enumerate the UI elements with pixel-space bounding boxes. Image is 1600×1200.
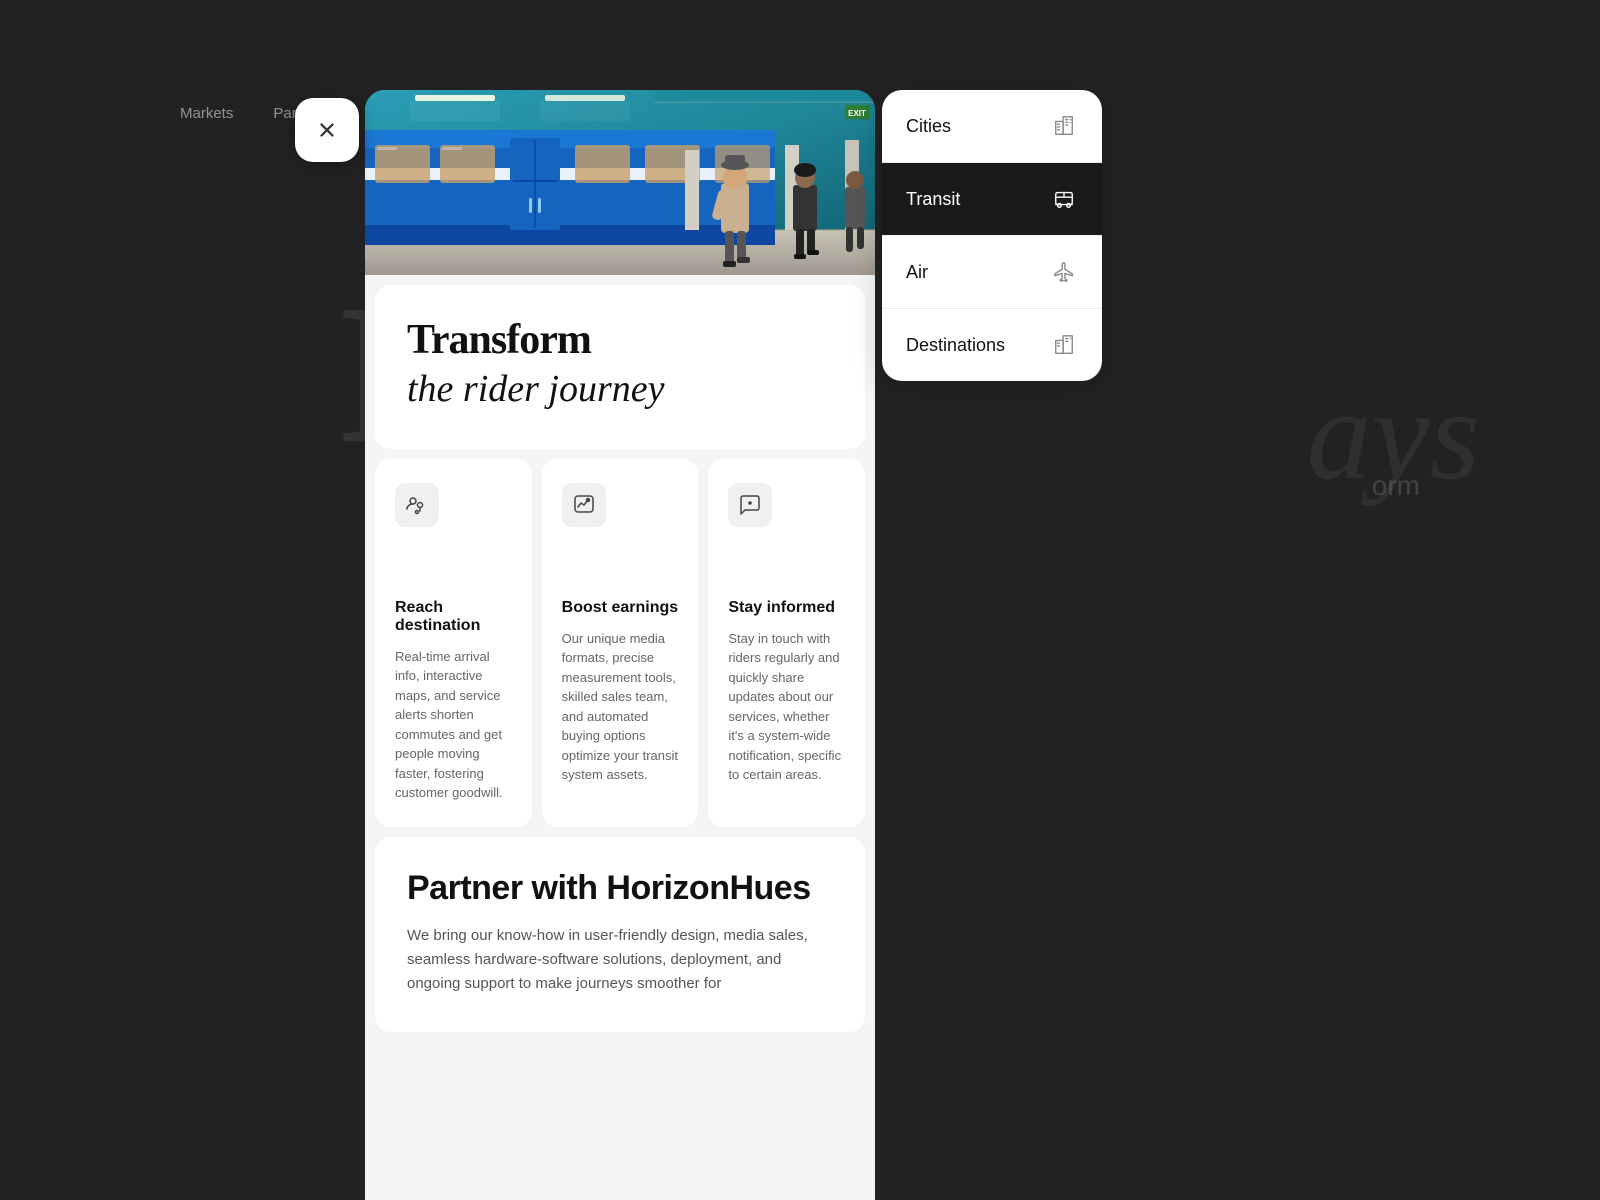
- card-desc-boost: Our unique media formats, precise measur…: [562, 629, 679, 785]
- menu-label-destinations: Destinations: [906, 335, 1005, 356]
- transform-title: Transform: [407, 317, 833, 363]
- content-area[interactable]: Transform the rider journey Reach des: [365, 275, 875, 1200]
- partner-section: Partner with HorizonHues We bring our kn…: [375, 837, 865, 1032]
- menu-item-destinations[interactable]: Destinations: [882, 309, 1102, 381]
- feature-card-reach: Reach destination Real-time arrival info…: [375, 459, 532, 827]
- main-modal: EXIT: [365, 90, 875, 1200]
- menu-label-air: Air: [906, 262, 928, 283]
- plane-icon: [1050, 258, 1078, 286]
- card-title-informed: Stay informed: [728, 599, 845, 617]
- stay-informed-icon: [728, 483, 772, 527]
- menu-label-transit: Transit: [906, 189, 960, 210]
- hero-image: EXIT: [365, 90, 875, 275]
- menu-item-transit[interactable]: Transit: [882, 163, 1102, 236]
- transform-section: Transform the rider journey: [375, 285, 865, 449]
- transit-icon: [1050, 185, 1078, 213]
- feature-card-informed: Stay informed Stay in touch with riders …: [708, 459, 865, 827]
- feature-card-boost: Boost earnings Our unique media formats,…: [542, 459, 699, 827]
- sidebar-menu: Cities Transit: [882, 90, 1102, 381]
- close-button[interactable]: [295, 98, 359, 162]
- building-icon: [1050, 112, 1078, 140]
- card-title-boost: Boost earnings: [562, 599, 679, 617]
- transform-subtitle: the rider journey: [407, 367, 833, 413]
- boost-earnings-icon: [562, 483, 606, 527]
- partner-description: We bring our know-how in user-friendly d…: [407, 924, 833, 996]
- nav-item-markets[interactable]: Markets: [180, 105, 233, 122]
- menu-item-cities[interactable]: Cities: [882, 90, 1102, 163]
- reach-destination-icon: [395, 483, 439, 527]
- svg-text:EXIT: EXIT: [848, 109, 866, 118]
- card-desc-reach: Real-time arrival info, interactive maps…: [395, 647, 512, 803]
- bg-text-storm: orm: [1372, 470, 1420, 502]
- card-desc-informed: Stay in touch with riders regularly and …: [728, 629, 845, 785]
- card-title-reach: Reach destination: [395, 599, 512, 635]
- partner-title: Partner with HorizonHues: [407, 869, 833, 908]
- menu-item-air[interactable]: Air: [882, 236, 1102, 309]
- destination-icon: [1050, 331, 1078, 359]
- menu-label-cities: Cities: [906, 116, 951, 137]
- feature-cards-row: Reach destination Real-time arrival info…: [375, 459, 865, 827]
